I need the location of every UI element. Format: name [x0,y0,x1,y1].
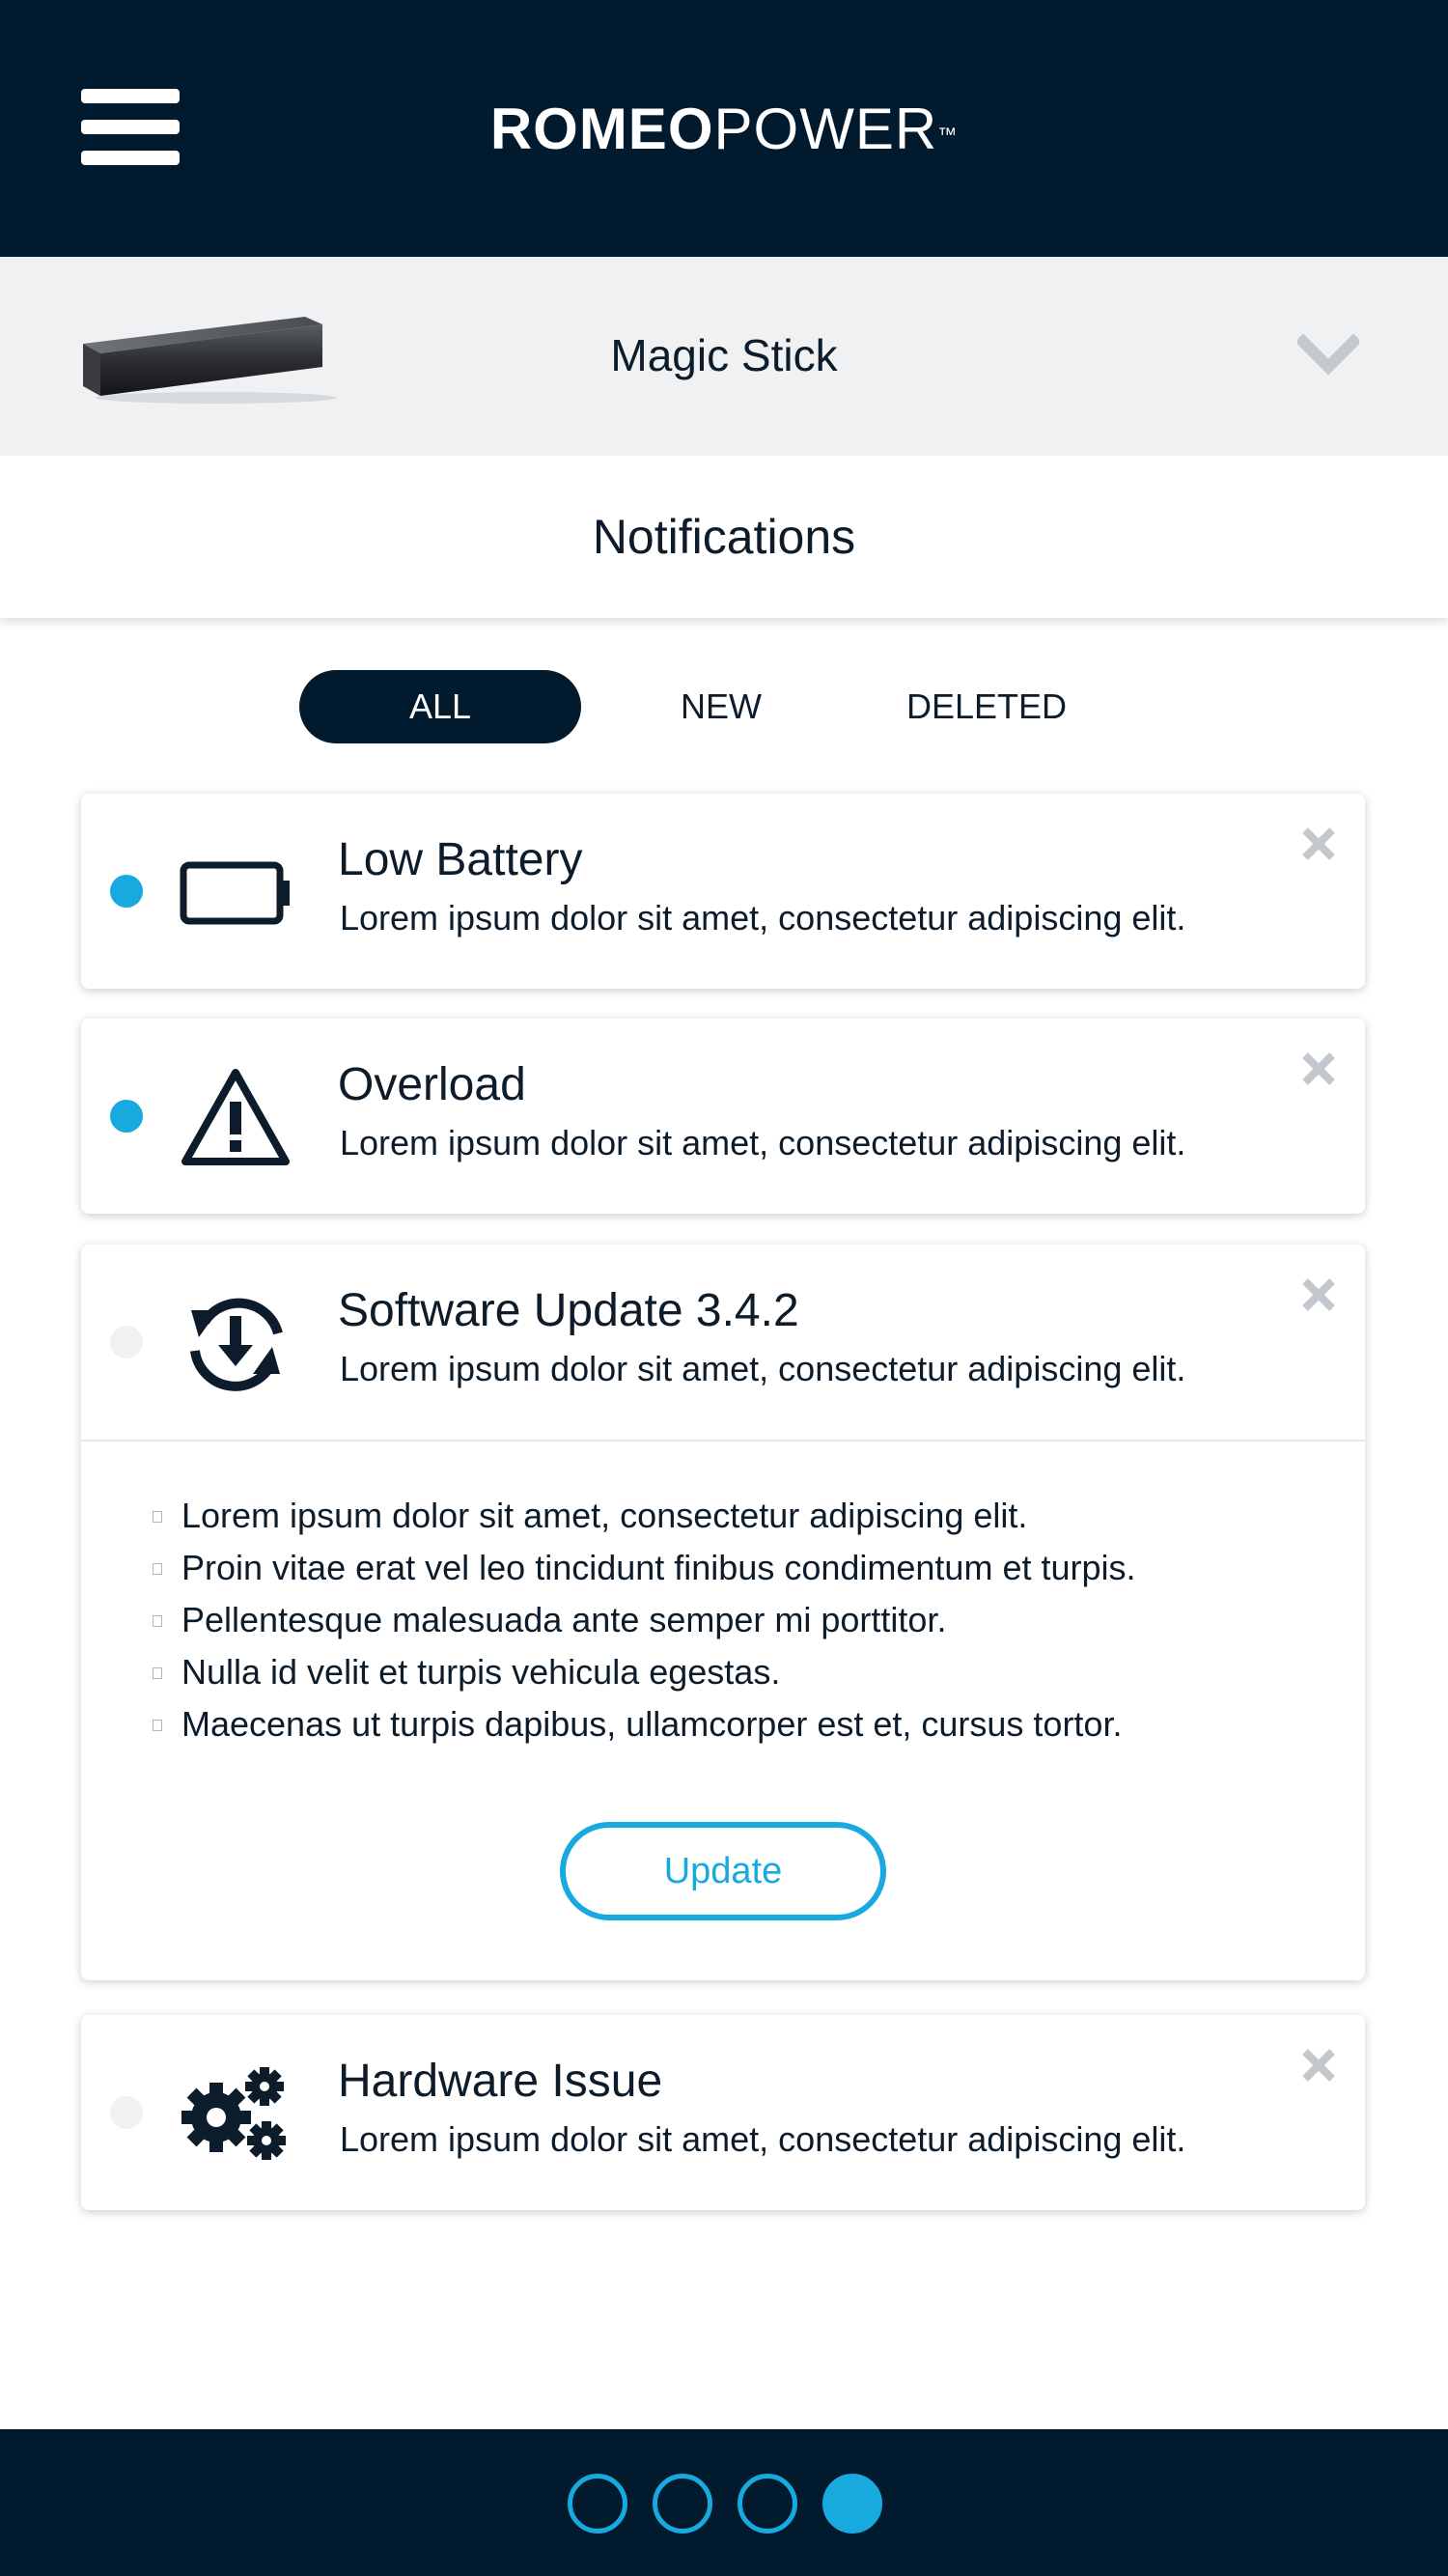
details-list-item: Proin vitae erat vel leo tincidunt finib… [151,1542,1136,1594]
notification-description: Lorem ipsum dolor sit amet, consectetur … [340,2119,1186,2159]
notification-card[interactable]: Hardware Issue Lorem ipsum dolor sit ame… [81,2015,1365,2210]
details-list-item: Maecenas ut turpis dapibus, ullamcorper … [151,1698,1136,1750]
details-list-item: Lorem ipsum dolor sit amet, consectetur … [151,1490,1136,1542]
brand-logo-bold: ROMEO [489,97,714,161]
details-list-item: Pellentesque malesuada ante semper mi po… [151,1594,1136,1646]
notification-card[interactable]: Overload Lorem ipsum dolor sit amet, con… [81,1019,1365,1214]
page-dot-3[interactable] [738,2474,797,2534]
notification-description: Lorem ipsum dolor sit amet, consectetur … [340,1349,1186,1388]
notification-description: Lorem ipsum dolor sit amet, consectetur … [340,1123,1186,1162]
page-dot-2[interactable] [653,2474,712,2534]
tab-deleted[interactable]: DELETED [861,670,1112,743]
tab-new[interactable]: NEW [629,670,813,743]
device-selector[interactable]: Magic Stick [0,257,1448,456]
read-dot [110,2096,143,2129]
read-dot [110,1326,143,1358]
notification-title: Software Update 3.4.2 [338,1285,799,1336]
gears-icon [181,2067,286,2160]
details-list: Lorem ipsum dolor sit amet, consectetur … [151,1490,1136,1750]
notification-description: Lorem ipsum dolor sit amet, consectetur … [340,898,1186,938]
sync-download-icon [190,1298,283,1391]
notification-title: Low Battery [338,834,583,885]
page-dot-4[interactable] [822,2474,882,2534]
filter-tabs: ALL NEW DELETED [0,670,1448,743]
unread-dot [110,1100,143,1133]
close-icon[interactable] [1299,825,1338,863]
footer-bar [0,2429,1448,2576]
close-icon[interactable] [1299,1275,1338,1314]
notification-card[interactable]: Low Battery Lorem ipsum dolor sit amet, … [81,794,1365,989]
battery-icon [180,861,290,925]
chevron-down-icon[interactable] [1297,332,1359,378]
notification-card-expanded[interactable]: Software Update 3.4.2 Lorem ipsum dolor … [81,1245,1365,1980]
details-list-item: Nulla id velit et turpis vehicula egesta… [151,1646,1136,1698]
update-button[interactable]: Update [560,1822,886,1920]
title-bar: Notifications [0,456,1448,618]
app-header: ROMEOPOWER™ [0,0,1448,257]
brand-logo: ROMEOPOWER™ [0,93,1448,166]
notification-details: Lorem ipsum dolor sit amet, consectetur … [81,1440,1365,1980]
brand-logo-light: POWER [713,97,938,161]
notification-title: Hardware Issue [338,2056,663,2107]
trademark-mark: ™ [937,125,959,146]
warning-icon [181,1069,290,1165]
unread-dot [110,875,143,908]
notification-title: Overload [338,1059,526,1110]
tab-all[interactable]: ALL [299,670,581,743]
page-title: Notifications [592,510,856,564]
close-icon[interactable] [1299,1050,1338,1088]
device-name: Magic Stick [610,330,838,380]
close-icon[interactable] [1299,2046,1338,2085]
page-dot-1[interactable] [568,2474,627,2534]
